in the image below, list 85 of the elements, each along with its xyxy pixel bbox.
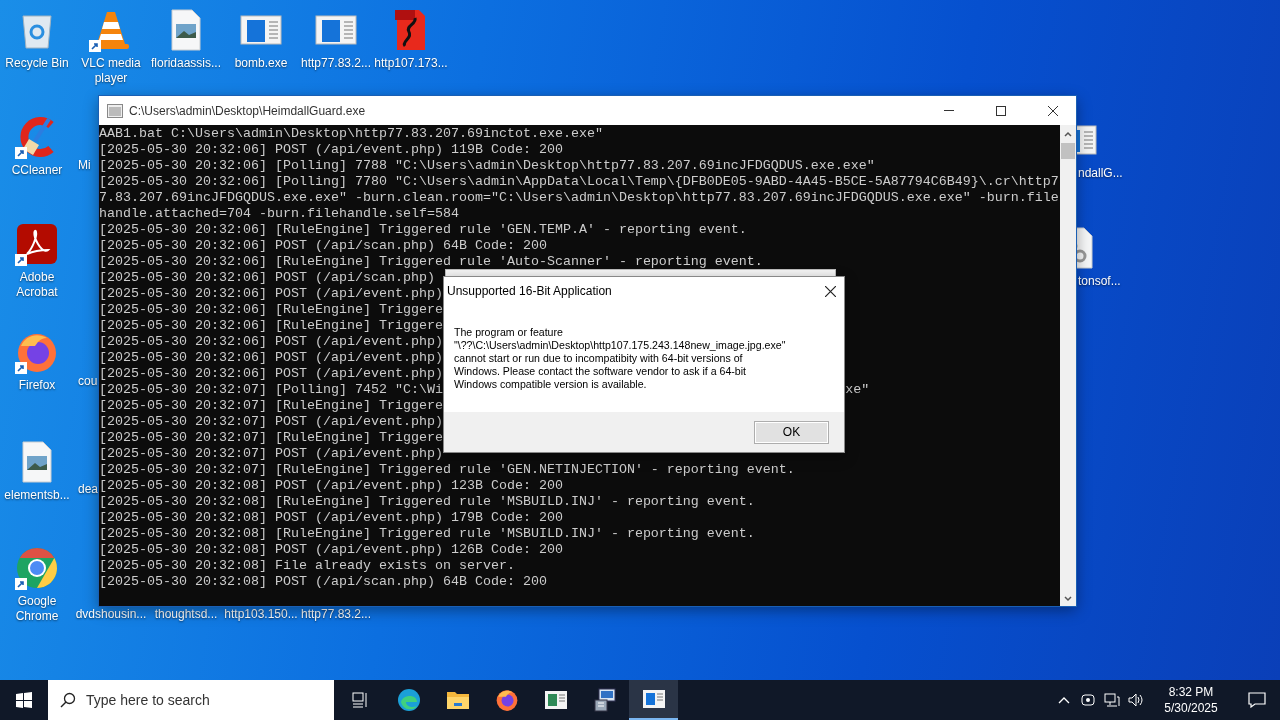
console-line: [2025-05-30 20:32:06] [RuleEngine] Triggered rule 'GEN.TEMP.A' - reporting event. xyxy=(99,222,747,237)
search-icon xyxy=(60,692,76,708)
icon-label[interactable]: http77.83.2... xyxy=(300,607,372,622)
ok-button[interactable]: OK xyxy=(754,420,829,444)
console-line: [2025-05-30 20:32:06] POST (/api/event.php) xyxy=(99,286,443,301)
taskbar-button[interactable] xyxy=(629,680,678,720)
console-line: [2025-05-30 20:32:06] POST (/api/event.php) xyxy=(99,334,443,349)
chevron-up-icon[interactable] xyxy=(1058,696,1070,704)
icon-label[interactable]: CCleaner xyxy=(11,163,63,178)
scroll-up-icon xyxy=(1063,129,1073,139)
console-line: [2025-05-30 20:32:06] POST (/api/event.php) xyxy=(99,366,443,381)
console-line: 7.83.207.69incJFDGQDUS.exe.exe" -burn.clean.room="C:\Users\admin\Desktop\http77.83.207.69incJFDGQDUS.exe.exe" -burn.file xyxy=(99,190,1059,205)
close-icon xyxy=(825,285,836,297)
console-line: [2025-05-30 20:32:08] POST (/api/event.php) 123B Code: 200 xyxy=(99,478,563,493)
console-line: [2025-05-30 20:32:08] POST (/api/scan.php) 64B Code: 200 xyxy=(99,574,547,589)
dialog-title: Unsupported 16-Bit Application xyxy=(447,284,612,298)
icon-label[interactable]: Firefox xyxy=(18,378,56,393)
console-app-icon xyxy=(641,689,666,709)
icon-label[interactable]: http107.173... xyxy=(374,56,448,71)
icon-label[interactable]: http77.83.2... xyxy=(300,56,372,71)
console-line: [2025-05-30 20:32:07] [RuleEngine] Triggered rule 'GEN.NETINJECTION' - reporting event. xyxy=(99,462,795,477)
clock-time[interactable]: 8:32 PM xyxy=(1168,684,1214,700)
volume-icon[interactable] xyxy=(1128,693,1144,707)
console-line: xe" xyxy=(845,382,870,398)
icon-label[interactable]: thoughtsd... xyxy=(154,607,218,622)
console-line: [2025-05-30 20:32:06] POST (/api/event.php) 119B Code: 200 xyxy=(99,142,563,157)
search-placeholder: Type here to search xyxy=(86,692,210,708)
scroll-thumb[interactable] xyxy=(1061,143,1075,159)
search-field[interactable]: Type here to search xyxy=(48,680,334,720)
icon-label[interactable]: floridaassis... xyxy=(151,56,221,71)
console-line: [2025-05-30 20:32:06] [RuleEngine] Triggered rule 'Auto-Scanner' - reporting event. xyxy=(99,254,763,269)
icon-label[interactable]: Recycle Bin xyxy=(5,56,69,71)
icon-label[interactable]: dvdshousin... xyxy=(75,607,147,622)
icon-label[interactable]: http103.150... xyxy=(224,607,298,622)
console-line: [2025-05-30 20:32:06] POST (/api/event.php) xyxy=(99,350,443,365)
camera-icon[interactable] xyxy=(1081,693,1095,707)
scrollbar[interactable] xyxy=(1060,125,1076,606)
installer-icon xyxy=(592,688,617,712)
clock-date[interactable]: 5/30/2025 xyxy=(1164,700,1218,716)
console-line: [2025-05-30 20:32:06] POST (/api/scan.php) 64B Code: 200 xyxy=(99,238,547,253)
dialog-message: The program or feature "\??\C:\Users\admin\Desktop\http107.175.243.148new_image.jpg.exe" cannot start or run due to incompatibity with 64-bit versions of Windows. Please contact the software vendor to ask if a 64-bit Windows compatible version is available. xyxy=(453,325,787,392)
task-view-icon xyxy=(349,691,370,709)
close-button[interactable] xyxy=(823,283,838,299)
icon-label[interactable]: Adobe Acrobat xyxy=(0,270,74,300)
message-icon xyxy=(1248,692,1266,708)
console-line: [2025-05-30 20:32:08] [RuleEngine] Triggered rule 'MSBUILD.INJ' - reporting event. xyxy=(99,526,755,541)
console-line: [2025-05-30 20:32:07] [RuleEngine] Triggere xyxy=(99,398,443,413)
console-line: [2025-05-30 20:32:08] File already exists on server. xyxy=(99,558,515,573)
app-window-icon xyxy=(543,690,568,710)
network-icon[interactable] xyxy=(1104,693,1120,707)
minimize-icon xyxy=(944,109,954,112)
windows-logo-icon xyxy=(16,692,32,708)
chrome-logo-icon xyxy=(15,546,59,590)
window-title: C:\Users\admin\Desktop\HeimdallGuard.exe xyxy=(129,103,367,118)
icon-label[interactable]: dea xyxy=(78,482,99,497)
console-line: [2025-05-30 20:32:07] POST (/api/event.php) xyxy=(99,446,443,461)
console-line: [2025-05-30 20:32:06] [Polling] 7788 "C:\Users\admin\Desktop\http77.83.207.69incJFDGQDUS.exe.exe" xyxy=(99,158,875,173)
console-line: [2025-05-30 20:32:06] [RuleEngine] Triggere xyxy=(99,302,443,317)
console-line: handle.attached=704 -burn.filehandle.self=584 xyxy=(99,206,459,221)
console-line: AAB1.bat C:\Users\admin\Desktop\http77.83.207.69inctot.exe.exe" xyxy=(99,126,603,141)
icon-label[interactable]: elementsb... xyxy=(4,488,70,503)
console-line: [2025-05-30 20:32:08] [RuleEngine] Triggered rule 'MSBUILD.INJ' - reporting event. xyxy=(99,494,755,509)
console-line: [2025-05-30 20:32:08] POST (/api/event.php) 126B Code: 200 xyxy=(99,542,563,557)
console-line: [2025-05-30 20:32:07] POST (/api/event.php) xyxy=(99,414,443,429)
console-line: [2025-05-30 20:32:06] [Polling] 7780 "C:\Users\admin\AppData\Local\Temp\{DFB0DE05-9ABD-4A45-B5CE-5A87794C6B49}\.cr\http7 xyxy=(99,174,1059,189)
icon-label[interactable]: ndallG... xyxy=(1078,166,1123,181)
console-line: [2025-05-30 20:32:07] [RuleEngine] Triggere xyxy=(99,430,443,445)
firefox-logo-icon xyxy=(494,688,519,712)
maximize-icon xyxy=(996,105,1006,116)
icon-label[interactable]: tonsof... xyxy=(1078,274,1121,289)
console-line: [2025-05-30 20:32:07] [Polling] 7452 "C:\Wi xyxy=(99,382,443,397)
console-line: [2025-05-30 20:32:06] POST (/api/scan.php) xyxy=(99,270,435,285)
acrobat-logo-icon xyxy=(15,222,59,266)
console-line: [2025-05-30 20:32:08] POST (/api/event.php) 179B Code: 200 xyxy=(99,510,563,525)
console-line: [2025-05-30 20:32:06] [RuleEngine] Triggere xyxy=(99,318,443,333)
console-app-icon xyxy=(107,103,123,118)
icon-label[interactable]: Mi xyxy=(78,158,91,173)
icon-label[interactable]: bomb.exe xyxy=(234,56,288,71)
icon-label[interactable]: cou xyxy=(78,374,98,389)
icon-label[interactable]: Google Chrome xyxy=(0,594,74,624)
folder-icon xyxy=(445,690,470,710)
close-icon xyxy=(1048,105,1058,116)
scroll-down-icon xyxy=(1063,594,1073,604)
icon-label[interactable]: VLC media player xyxy=(74,56,148,86)
browser-icon xyxy=(396,688,421,712)
